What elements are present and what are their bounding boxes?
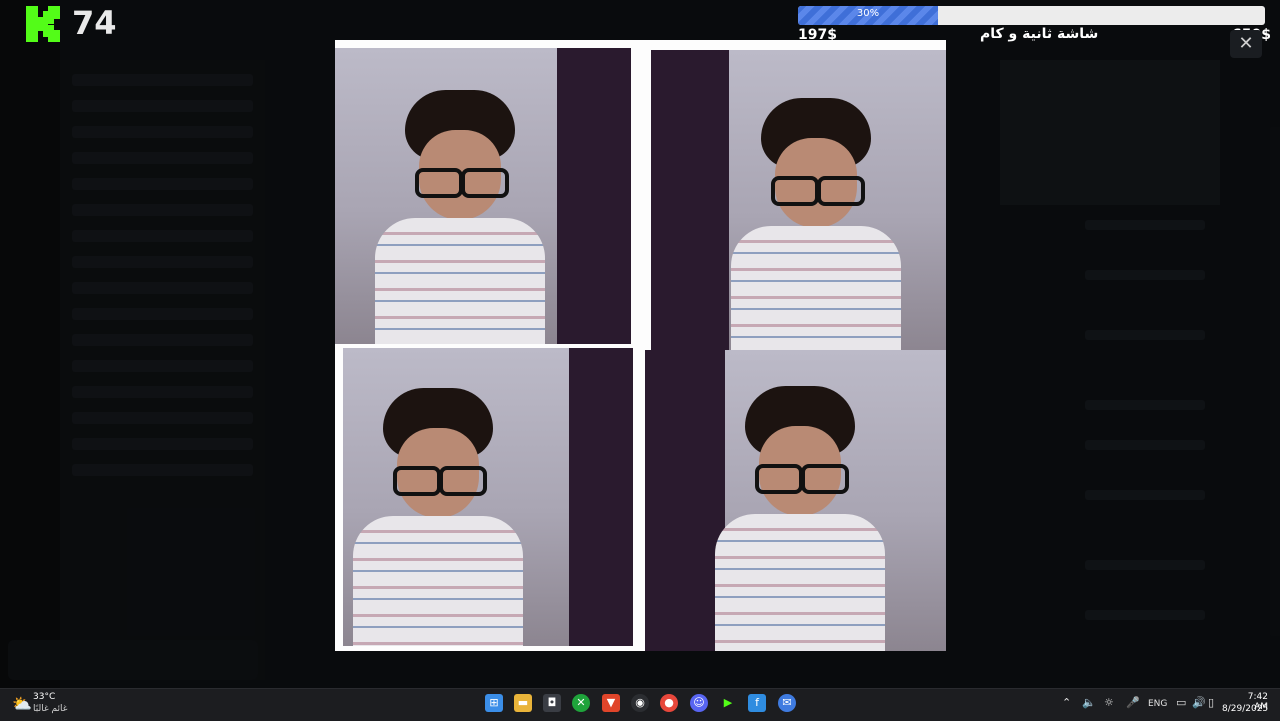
volume-icon[interactable]: 🔊 bbox=[1192, 696, 1206, 709]
chat-app-icon[interactable]: ✉ bbox=[778, 694, 796, 712]
xbox-icon[interactable]: ✕ bbox=[572, 694, 590, 712]
microphone-icon[interactable]: 🎤 bbox=[1126, 696, 1140, 709]
goal-progress-bar: 30% bbox=[798, 6, 1265, 25]
start-menu-icon[interactable]: ⊞ bbox=[485, 694, 503, 712]
image-viewer[interactable] bbox=[335, 40, 946, 651]
weather-temperature[interactable]: 33°C bbox=[33, 692, 55, 702]
language-indicator[interactable]: ENG bbox=[1148, 699, 1167, 709]
viewer-count: 74 bbox=[72, 4, 117, 42]
store-icon[interactable]: ◘ bbox=[543, 694, 561, 712]
brightness-icon[interactable]: ☼ bbox=[1104, 696, 1114, 709]
file-explorer-icon[interactable]: ▬ bbox=[514, 694, 532, 712]
discord-icon[interactable]: ☺ bbox=[690, 694, 708, 712]
kick-app-icon[interactable]: ▶ bbox=[719, 694, 737, 712]
speaker-icon[interactable]: 🔈 bbox=[1082, 696, 1096, 709]
close-viewer-button[interactable]: ✕ bbox=[1230, 30, 1262, 58]
weather-description[interactable]: غائم غالبًا bbox=[33, 704, 67, 714]
files-app-icon[interactable]: f bbox=[748, 694, 766, 712]
clock-date[interactable]: 8/29/2025 bbox=[1222, 704, 1268, 714]
photo-panel-top-right bbox=[651, 50, 946, 353]
brave-browser-icon[interactable]: ▼ bbox=[602, 694, 620, 712]
chrome-icon[interactable]: ● bbox=[660, 694, 678, 712]
photo-panel-bottom-left bbox=[343, 348, 633, 646]
photo-panel-top-left bbox=[335, 48, 633, 344]
battery-icon[interactable]: ▯ bbox=[1208, 696, 1214, 709]
kick-logo-icon bbox=[26, 6, 60, 42]
obs-icon[interactable]: ◉ bbox=[631, 694, 649, 712]
goal-percent: 30% bbox=[856, 8, 880, 19]
network-icon[interactable]: ▭ bbox=[1176, 696, 1186, 709]
weather-partly-cloudy-icon[interactable]: ⛅ bbox=[12, 694, 32, 713]
photo-panel-bottom-right bbox=[645, 350, 946, 651]
chevron-up-icon[interactable]: ⌃ bbox=[1062, 696, 1071, 709]
goal-title: شاشة ثانية و كام bbox=[980, 26, 1099, 42]
